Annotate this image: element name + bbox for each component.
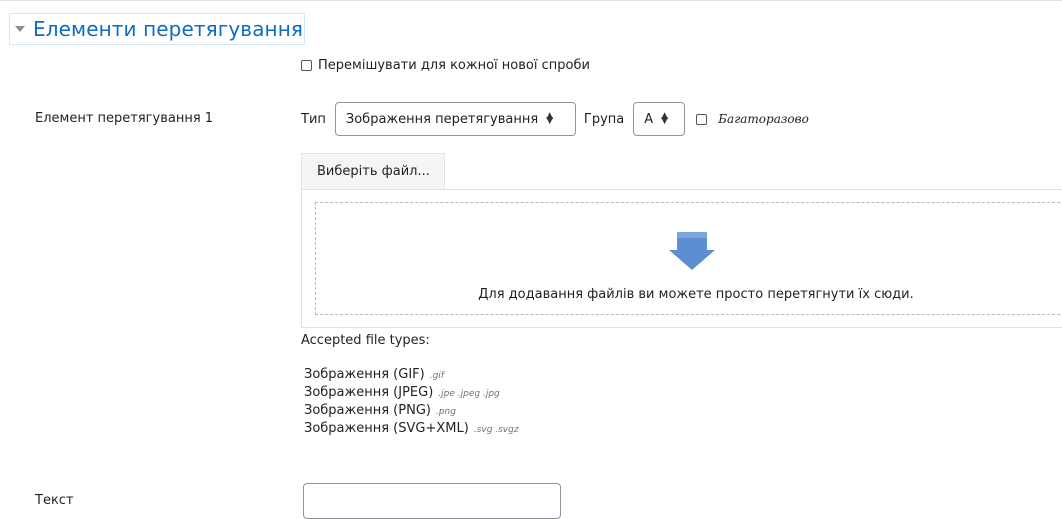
arrow-down-icon	[669, 232, 715, 270]
group-select-value: A	[644, 111, 654, 127]
infinite-label: Багаторазово	[718, 112, 809, 126]
drop-hint: Для додавання файлів ви можете просто пе…	[478, 287, 914, 302]
file-types-list: Зображення (GIF) .gif Зображення (JPEG) …	[304, 367, 519, 439]
text-field-label: Текст	[35, 493, 74, 508]
file-type-name: Зображення (SVG+XML)	[304, 421, 469, 436]
type-label: Тип	[301, 111, 326, 127]
list-item: Зображення (SVG+XML) .svg .svgz	[304, 421, 519, 439]
type-select[interactable]: Зображення перетягування ▲ ▼	[334, 102, 576, 136]
chevron-down-icon[interactable]	[15, 26, 25, 32]
shuffle-label: Перемішувати для кожної нової спроби	[318, 58, 590, 73]
drag-item-controls: Тип Зображення перетягування ▲ ▼ Група A …	[301, 102, 809, 136]
file-manager: Для додавання файлів ви можете просто пе…	[301, 189, 1062, 328]
choose-file-button[interactable]: Виберіть файл...	[301, 153, 445, 189]
list-item: Зображення (JPEG) .jpe .jpeg .jpg	[304, 385, 519, 403]
top-divider	[0, 0, 1062, 1]
shuffle-option[interactable]: Перемішувати для кожної нової спроби	[301, 58, 590, 73]
file-type-name: Зображення (PNG)	[304, 403, 431, 418]
shuffle-checkbox[interactable]	[301, 60, 312, 71]
group-label: Група	[583, 111, 625, 127]
file-type-ext: .jpe .jpeg .jpg	[438, 389, 500, 399]
list-item: Зображення (GIF) .gif	[304, 367, 519, 385]
text-field-input[interactable]	[303, 483, 561, 519]
file-type-name: Зображення (JPEG)	[304, 385, 434, 400]
type-select-value: Зображення перетягування	[345, 111, 539, 127]
sort-arrows-icon: ▲ ▼	[661, 111, 669, 126]
group-select[interactable]: A ▲ ▼	[633, 102, 686, 136]
file-type-ext: .svg .svgz	[473, 425, 519, 435]
drop-zone[interactable]: Для додавання файлів ви можете просто пе…	[315, 202, 1062, 315]
file-type-name: Зображення (GIF)	[304, 367, 425, 382]
accepted-types-label: Accepted file types:	[301, 333, 430, 348]
sort-arrows-icon: ▲ ▼	[546, 111, 554, 126]
drag-item-label: Елемент перетягування 1	[35, 111, 214, 126]
list-item: Зображення (PNG) .png	[304, 403, 519, 421]
file-type-ext: .gif	[429, 371, 444, 381]
section-title[interactable]: Елементи перетягування	[33, 17, 303, 41]
file-type-ext: .png	[435, 407, 456, 417]
section-toggle[interactable]: Елементи перетягування	[9, 13, 305, 45]
infinite-checkbox[interactable]	[696, 113, 708, 125]
